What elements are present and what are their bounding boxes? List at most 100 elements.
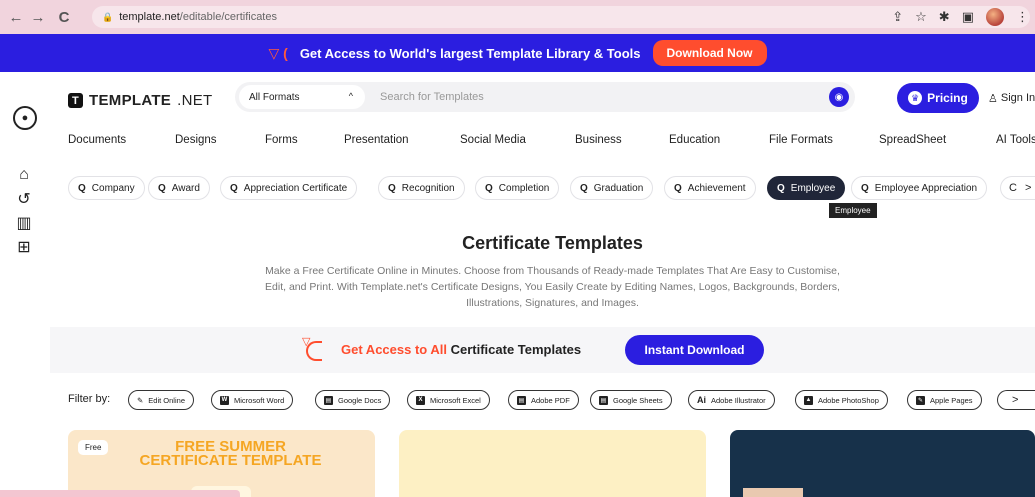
brand-suffix: .NET — [177, 92, 213, 109]
nav-social-media[interactable]: Social Media — [460, 134, 526, 146]
cta-band: ▽ Get Access to All Certificate Template… — [50, 327, 1035, 373]
download-now-button[interactable]: Download Now — [652, 40, 767, 66]
history-icon[interactable]: ↺ — [13, 188, 35, 210]
address-bar[interactable]: 🔒 template.net/editable/certificates — [92, 6, 1030, 28]
filters-next-button[interactable]: > — [997, 390, 1035, 410]
pricing-button[interactable]: ♛ Pricing — [897, 83, 979, 113]
chip-achievement[interactable]: Q Achievement — [664, 176, 756, 200]
card-thumbnail-art — [743, 488, 803, 497]
filter-chip-label: Microsoft Excel — [430, 395, 481, 405]
site-header: T TEMPLATE .NET All Formats ^ ◉ ♛ Pricing… — [50, 72, 1035, 128]
format-select-value: All Formats — [249, 91, 300, 103]
chip-label: Award — [171, 182, 200, 194]
filter-chip-label: Google Docs — [338, 395, 382, 405]
apps-icon[interactable]: ⊞ — [13, 236, 35, 258]
search-icon: Q — [388, 182, 396, 194]
brand-logo[interactable]: T TEMPLATE .NET — [68, 92, 213, 109]
chip-label: C — [1009, 182, 1017, 194]
home-icon[interactable]: ⌂ — [13, 164, 35, 186]
workspace-icon[interactable]: ▥ — [13, 212, 35, 234]
templatenet-mark-icon: ▽ ( — [268, 44, 288, 61]
chip-employee-appreciation[interactable]: Q Employee Appreciation — [851, 176, 988, 200]
instant-download-button[interactable]: Instant Download — [625, 335, 764, 365]
illustrator-icon: Ai — [697, 395, 706, 405]
template-card[interactable] — [730, 430, 1035, 497]
filter-chip-label: Google Sheets — [613, 395, 663, 405]
crown-icon: ♛ — [908, 91, 923, 105]
chip-label: Graduation — [593, 182, 644, 194]
chip-graduation[interactable]: Q Graduation — [570, 176, 654, 200]
nav-presentation[interactable]: Presentation — [344, 134, 409, 146]
nav-business[interactable]: Business — [575, 134, 622, 146]
chips-next-button[interactable]: C > — [1000, 176, 1035, 200]
cta-suffix: Certificate Templates — [450, 342, 582, 357]
filter-google-sheets[interactable]: ▤ Google Sheets — [590, 390, 672, 410]
photoshop-icon: ▲ — [804, 395, 813, 405]
filter-adobe-photoshop[interactable]: ▲ Adobe PhotoShop — [795, 390, 888, 410]
filter-adobe-illustrator[interactable]: Ai Adobe Illustrator — [688, 390, 775, 410]
template-card[interactable]: Free FREE SUMMER CERTIFICATE TEMPLATE — [68, 430, 375, 497]
promo-text: Get Access to World's largest Template L… — [299, 45, 641, 61]
left-rail: ● ⌂ ↺ ▥ ⊞ — [0, 72, 50, 497]
templatenet-mark-icon: ▽ — [302, 335, 322, 363]
chevron-right-icon: > — [1024, 182, 1032, 194]
cta-message: Get Access to All Certificate Templates — [341, 342, 581, 357]
template-card[interactable] — [399, 430, 706, 497]
back-arrow-icon[interactable]: ← — [4, 5, 28, 29]
nav-ai-tools[interactable]: AI Tools — [996, 134, 1035, 146]
chip-employee-active[interactable]: Q Employee — [767, 176, 846, 200]
nav-spreadsheet[interactable]: SpreadSheet — [879, 134, 946, 146]
bookmark-star-icon[interactable]: ☆ — [915, 9, 927, 25]
docs-icon: ▤ — [324, 395, 333, 405]
filter-apple-pages[interactable]: ✎ Apple Pages — [907, 390, 982, 410]
nav-forms[interactable]: Forms — [265, 134, 298, 146]
filter-microsoft-excel[interactable]: X Microsoft Excel — [407, 390, 490, 410]
sign-in-label: Sign In — [1000, 92, 1035, 104]
extensions-icon[interactable]: ✱ — [939, 9, 950, 25]
forward-arrow-icon[interactable]: → — [26, 5, 50, 29]
sidebar-toggle-icon[interactable]: ▣ — [962, 9, 974, 25]
category-nav: Documents Designs Forms Presentation Soc… — [50, 128, 1035, 154]
nav-designs[interactable]: Designs — [175, 134, 217, 146]
search-icon: Q — [861, 182, 869, 194]
chip-label: Employee — [790, 182, 836, 194]
search-icon: Q — [674, 182, 682, 194]
chip-tooltip: Employee — [829, 203, 877, 218]
search-input[interactable] — [380, 88, 810, 106]
format-select[interactable]: All Formats ^ — [239, 85, 365, 109]
chevron-right-icon: > — [1012, 394, 1019, 406]
horizontal-scrollbar[interactable] — [0, 490, 240, 497]
page-title: Certificate Templates — [462, 233, 643, 253]
nav-education[interactable]: Education — [669, 134, 720, 146]
filter-google-docs[interactable]: ▤ Google Docs — [315, 390, 391, 410]
menu-dots-icon[interactable]: ⋮ — [1016, 9, 1029, 25]
filter-adobe-pdf[interactable]: ▤ Adobe PDF — [508, 390, 579, 410]
keyword-chips: Q Company Q Award Q Appreciation Certificat… — [50, 168, 1035, 208]
chip-appreciation-certificate[interactable]: Q Appreciation Certificate — [220, 176, 358, 200]
chip-award[interactable]: Q Award — [148, 176, 210, 200]
brand-t-icon: T — [68, 93, 83, 108]
reload-icon[interactable]: C — [52, 5, 76, 29]
filter-label: Filter by: — [68, 393, 111, 405]
filter-chip-label: Microsoft Word — [234, 395, 285, 405]
chip-label: Recognition — [401, 182, 455, 194]
nav-documents[interactable]: Documents — [68, 134, 126, 146]
filter-chip-label: Apple Pages — [930, 395, 973, 405]
nav-file-formats[interactable]: File Formats — [769, 134, 833, 146]
pricing-label: Pricing — [927, 91, 968, 105]
search-icon[interactable]: ◉ — [829, 87, 849, 107]
filter-edit-online[interactable]: ✎ Edit Online — [128, 390, 194, 410]
filter-microsoft-word[interactable]: W Microsoft Word — [211, 390, 294, 410]
account-icon[interactable]: ● — [13, 106, 37, 130]
chip-completion[interactable]: Q Completion — [475, 176, 560, 200]
chip-company[interactable]: Q Company — [68, 176, 145, 200]
filter-bar: Filter by: ✎ Edit Online W Microsoft Word … — [50, 386, 1035, 414]
free-badge: Free — [78, 440, 109, 455]
brand-name: TEMPLATE — [89, 92, 172, 109]
chip-recognition[interactable]: Q Recognition — [378, 176, 465, 200]
profile-avatar[interactable] — [986, 8, 1004, 26]
search-icon: Q — [580, 182, 588, 194]
promo-banner: ▽ ( Get Access to World's largest Templa… — [0, 34, 1035, 72]
share-icon[interactable]: ⇪ — [892, 9, 903, 25]
sign-in-link[interactable]: ♙ Sign In — [988, 92, 1035, 105]
